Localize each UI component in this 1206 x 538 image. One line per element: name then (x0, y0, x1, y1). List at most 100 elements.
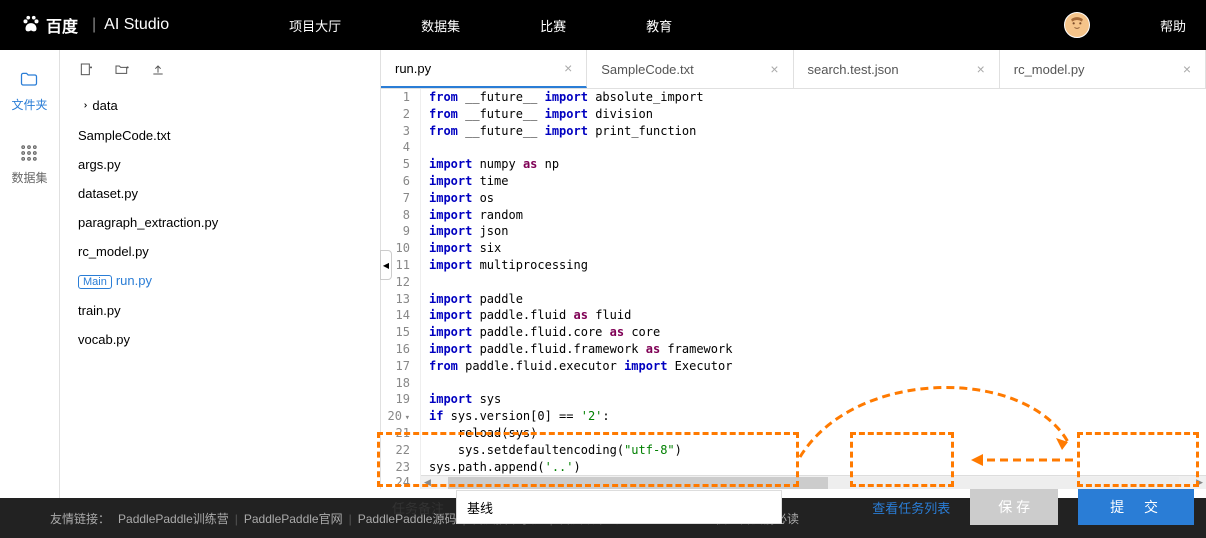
dataset-icon (19, 143, 39, 163)
code-line-content: import paddle.fluid.core as core (421, 324, 660, 341)
nav-item-projects[interactable]: 项目大厅 (289, 16, 341, 35)
close-icon[interactable]: × (564, 60, 572, 76)
tree-file[interactable]: paragraph_extraction.py (68, 208, 372, 237)
bottom-bar: 任务备注 查看任务列表 保 存 提 交 (380, 489, 1206, 525)
line-number: 13 (381, 291, 421, 308)
tab-label: search.test.json (808, 62, 899, 77)
tab-label: rc_model.py (1014, 62, 1085, 77)
footer-link[interactable]: PaddlePaddle官网 (244, 512, 343, 526)
nav-item-datasets[interactable]: 数据集 (421, 16, 460, 35)
tree-file-label: paragraph_extraction.py (78, 215, 218, 230)
main-tag: Main (78, 275, 112, 289)
line-number: 17 (381, 358, 421, 375)
close-icon[interactable]: × (770, 61, 778, 77)
left-rail: 文件夹 数据集 (0, 50, 60, 498)
code-line-content: sys.setdefaultencoding("utf-8") (421, 442, 682, 459)
header: 百度 | AI Studio 项目大厅 数据集 比赛 教育 帮助 (0, 0, 1206, 50)
new-file-icon[interactable] (78, 62, 94, 78)
left-tab-datasets-label: 数据集 (11, 169, 47, 186)
editor-area: ◀ run.py×SampleCode.txt×search.test.json… (380, 50, 1206, 489)
editor-tab[interactable]: rc_model.py × (1000, 50, 1206, 88)
tree-file[interactable]: train.py (68, 296, 372, 325)
horizontal-scrollbar[interactable]: ◀ ▶ (421, 475, 1206, 489)
close-icon[interactable]: × (977, 61, 985, 77)
line-number: 9 (381, 223, 421, 240)
tab-label: SampleCode.txt (601, 62, 694, 77)
help-link[interactable]: 帮助 (1160, 16, 1186, 35)
editor-tab[interactable]: run.py × (381, 50, 587, 88)
tree-file[interactable]: args.py (68, 150, 372, 179)
code-line-content: import random (421, 207, 523, 224)
code-line-content: import paddle (421, 291, 523, 308)
tree-file-label: train.py (78, 303, 121, 318)
tree-folder-data[interactable]: ⌃ data (68, 90, 372, 121)
line-number: 4 (381, 139, 421, 156)
tree-file-label: rc_model.py (78, 244, 149, 259)
code-line-content: from __future__ import absolute_import (421, 89, 704, 106)
logo-studio-text: AI Studio (104, 16, 169, 34)
new-folder-icon[interactable] (114, 62, 130, 78)
tree-folder-label: data (92, 98, 117, 113)
top-nav: 项目大厅 数据集 比赛 教育 (289, 16, 672, 35)
close-icon[interactable]: × (1183, 61, 1191, 77)
code-line-content: import six (421, 240, 501, 257)
tree-file-label: run.py (116, 273, 152, 288)
tab-label: run.py (395, 61, 431, 76)
code-line-content: reload(sys) (421, 425, 537, 442)
footer-separator: | (349, 512, 352, 526)
collapse-sidebar-handle[interactable]: ◀ (380, 250, 392, 280)
scroll-left-icon[interactable]: ◀ (421, 477, 434, 488)
left-tab-datasets[interactable]: 数据集 (11, 143, 47, 186)
code-line-content (421, 274, 429, 291)
nav-item-competitions[interactable]: 比赛 (540, 16, 566, 35)
tree-file-label: SampleCode.txt (78, 128, 171, 143)
view-task-list-link[interactable]: 查看任务列表 (872, 498, 950, 517)
code-line-content: import os (421, 190, 494, 207)
footer-link[interactable]: PaddlePaddle训练营 (118, 512, 229, 526)
logo-baidu-text: 百度 (46, 13, 78, 37)
submit-button[interactable]: 提 交 (1078, 489, 1194, 525)
folder-icon (19, 70, 39, 90)
fold-toggle-icon[interactable]: ▾ (402, 412, 410, 425)
code-line-content: import json (421, 223, 508, 240)
code-line-content: from paddle.fluid.executor import Execut… (421, 358, 732, 375)
tree-file[interactable]: dataset.py (68, 179, 372, 208)
chevron-icon: ⌃ (77, 101, 88, 109)
tree-file[interactable]: Main run.py (68, 266, 372, 296)
main: 文件夹 数据集 ⌃ data SampleCode.txt args.py data… (0, 50, 1206, 498)
code-line-content: import sys (421, 391, 501, 408)
line-number: 18 (381, 375, 421, 392)
line-number: 3 (381, 123, 421, 140)
editor-tab[interactable]: SampleCode.txt × (587, 50, 793, 88)
editor-tab[interactable]: search.test.json × (794, 50, 1000, 88)
left-tab-files-label: 文件夹 (11, 96, 47, 113)
left-tab-files[interactable]: 文件夹 (11, 70, 47, 113)
scroll-right-icon[interactable]: ▶ (1193, 477, 1206, 488)
tree-file[interactable]: SampleCode.txt (68, 121, 372, 150)
task-note-input[interactable] (456, 490, 782, 524)
code-line-content (421, 375, 429, 392)
line-number: 2 (381, 106, 421, 123)
code-line-content: from __future__ import print_function (421, 123, 696, 140)
scrollbar-thumb[interactable] (448, 477, 828, 489)
line-number: 1 (381, 89, 421, 106)
line-number: 19 (381, 391, 421, 408)
tree-file-label: dataset.py (78, 186, 138, 201)
baidu-paw-icon (20, 14, 42, 36)
line-number: 23 (381, 459, 421, 476)
upload-icon[interactable] (150, 62, 166, 78)
line-number: 22 (381, 442, 421, 459)
code-line-content: import multiprocessing (421, 257, 588, 274)
line-number: 14 (381, 307, 421, 324)
tree-file[interactable]: rc_model.py (68, 237, 372, 266)
logo[interactable]: 百度 | AI Studio (20, 13, 169, 37)
nav-item-education[interactable]: 教育 (646, 16, 672, 35)
save-button[interactable]: 保 存 (970, 489, 1058, 525)
tree-file[interactable]: vocab.py (68, 325, 372, 354)
code-editor[interactable]: 1from __future__ import absolute_import2… (381, 89, 1206, 475)
code-line-content: sys.path.append('..') (421, 459, 581, 476)
line-number: 5 (381, 156, 421, 173)
avatar[interactable] (1064, 12, 1090, 38)
avatar-face-icon (1067, 15, 1087, 35)
code-line-content (421, 139, 429, 156)
